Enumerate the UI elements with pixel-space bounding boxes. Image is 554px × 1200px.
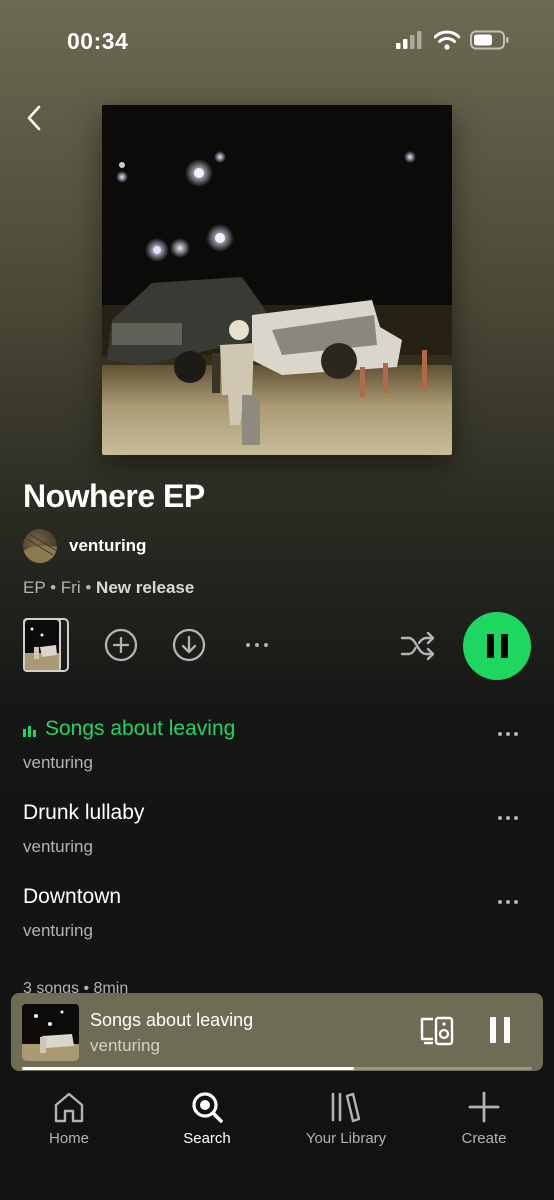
track-title: Drunk lullaby [23,801,145,824]
track-row[interactable]: Downtown venturing [0,885,554,969]
add-button[interactable] [103,627,139,663]
artist-avatar[interactable] [23,529,57,563]
preview-thumbnail[interactable] [22,617,70,673]
preview-thumbnail-image [23,618,69,672]
status-icons [396,30,510,50]
track-artist: venturing [23,921,93,940]
more-options-button[interactable] [238,630,276,660]
track-artist: venturing [23,753,93,772]
album-meta: EP • Fri • New release [23,578,194,598]
download-button[interactable] [171,627,207,663]
bottom-navigation: Home Search Your Library Create [0,1072,554,1200]
nav-label: Create [461,1130,507,1147]
meta-separator: • [85,578,97,597]
track-title: Downtown [23,885,122,908]
track-artist: venturing [23,837,93,856]
download-icon [172,628,206,662]
connect-device-button[interactable] [419,1015,455,1047]
back-button[interactable] [18,100,50,136]
artist-name[interactable]: venturing [69,536,146,556]
artist-row[interactable]: venturing [23,529,146,563]
mini-player-artwork [22,1004,79,1061]
shuffle-button[interactable] [398,627,438,665]
library-icon [331,1092,361,1123]
more-dots-icon [246,643,268,647]
mini-player-title: Songs about leaving [90,1010,254,1030]
search-icon [192,1092,223,1123]
meta-separator: • [50,578,61,597]
nav-home[interactable]: Home [9,1090,129,1147]
mini-player-pause-button[interactable] [486,1017,514,1047]
track-more-button[interactable] [490,719,526,749]
album-tag: New release [96,578,195,597]
track-row[interactable]: Songs about leaving venturing [0,717,554,801]
battery-icon [470,30,509,50]
cellular-signal-icon [396,31,422,49]
mini-player-progress-track[interactable] [22,1067,532,1070]
speaker-device-icon [420,1016,454,1046]
home-icon [54,1092,84,1123]
artist-avatar-image [23,534,57,563]
album-title: Nowhere EP [23,478,205,514]
wifi-icon [434,30,460,50]
plus-icon [468,1091,500,1123]
nav-label: Your Library [305,1130,387,1147]
mini-player-artist: venturing [90,1036,160,1055]
pause-button[interactable] [463,612,531,680]
nav-create[interactable]: Create [424,1090,544,1147]
plus-circle-icon [104,628,138,662]
nav-label: Search [183,1130,231,1147]
album-type: EP [23,578,46,597]
album-cover-image [102,105,452,455]
track-more-button[interactable] [490,887,526,917]
track-row[interactable]: Drunk lullaby venturing [0,801,554,885]
track-title: Songs about leaving [45,717,236,740]
chevron-left-icon [27,105,41,131]
mini-player[interactable]: Songs about leaving venturing [11,993,543,1071]
pause-icon [490,1017,496,1043]
mini-player-progress-fill [22,1067,354,1070]
nav-label: Home [48,1130,89,1147]
pause-icon [486,634,494,658]
nav-library[interactable]: Your Library [286,1090,406,1147]
album-date: Fri [60,578,81,597]
album-cover [102,105,452,455]
equalizer-icon [23,726,36,737]
status-time: 00:34 [67,28,129,54]
nav-search[interactable]: Search [147,1090,267,1147]
track-more-button[interactable] [490,803,526,833]
shuffle-icon [400,631,435,661]
